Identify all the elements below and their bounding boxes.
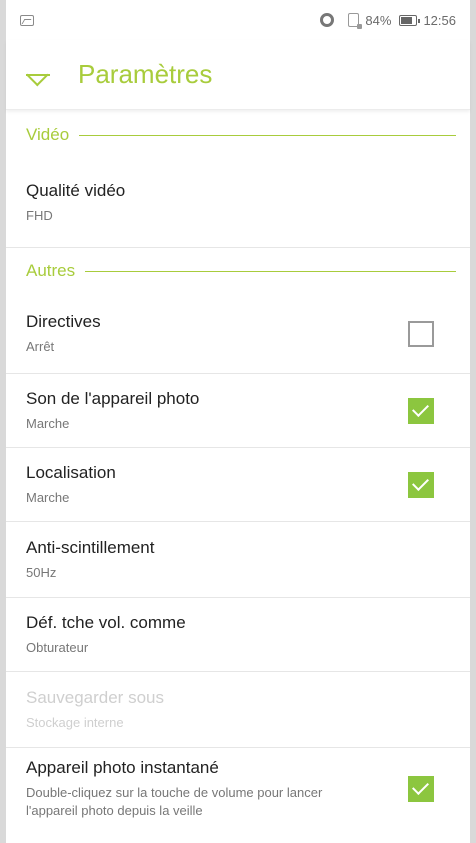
setting-value: FHD (26, 207, 53, 223)
section-divider (79, 134, 456, 136)
section-header-other: Autres (6, 248, 470, 294)
battery-icon (399, 14, 421, 26)
section-divider (85, 270, 456, 272)
sim-card-icon (348, 13, 363, 29)
setting-volume-key[interactable]: Déf. tche vol. comme Obturateur (6, 598, 470, 672)
image-notification-icon (20, 14, 34, 26)
clock: 12:56 (423, 12, 456, 28)
setting-value: Marche (26, 489, 70, 505)
setting-anti-flicker[interactable]: Anti-scintillement 50Hz (6, 522, 470, 598)
setting-video-quality[interactable]: Qualité vidéo FHD (6, 158, 470, 248)
setting-title: Localisation (26, 462, 116, 482)
setting-title: Son de l'appareil photo (26, 388, 200, 408)
section-label: Vidéo (26, 125, 70, 144)
setting-title: Appareil photo instantané (26, 758, 219, 777)
setting-shutter-sound[interactable]: Son de l'appareil photo Marche (6, 374, 470, 448)
section-label: Autres (26, 261, 76, 280)
setting-guidelines[interactable]: Directives Arrêt (6, 294, 470, 374)
setting-value: 50Hz (26, 564, 57, 580)
setting-instant-camera[interactable]: Appareil photo instantané Double-cliquez… (6, 748, 470, 830)
page-title: Paramètres (78, 59, 213, 89)
guidelines-checkbox[interactable] (408, 320, 434, 347)
back-arrow-icon[interactable] (24, 64, 52, 86)
setting-value: Marche (26, 415, 70, 431)
settings-list: Vidéo Qualité vidéo FHD Autres Directive… (6, 112, 470, 843)
section-header-video: Vidéo (6, 112, 470, 158)
setting-save-to: Sauvegarder sous Stockage interne (6, 672, 470, 748)
setting-title: Déf. tche vol. comme (26, 612, 186, 632)
sync-ring-icon (320, 13, 335, 27)
setting-title: Qualité vidéo (26, 180, 126, 200)
setting-title: Sauvegarder sous (26, 687, 164, 707)
app-bar: Paramètres (6, 40, 470, 110)
setting-value: Obturateur (26, 639, 89, 655)
setting-location[interactable]: Localisation Marche (6, 448, 470, 522)
setting-value: Arrêt (26, 338, 55, 354)
status-bar: 84% 12:56 (6, 0, 470, 40)
shutter-sound-checkbox[interactable] (408, 397, 434, 424)
setting-value: Stockage interne (26, 714, 124, 730)
setting-title: Anti-scintillement (26, 537, 155, 557)
instant-camera-checkbox[interactable] (408, 776, 434, 802)
battery-percent: 84% (365, 12, 392, 28)
setting-description: Double-cliquez sur la touche de volume p… (26, 785, 323, 818)
setting-title: Directives (26, 311, 101, 331)
location-checkbox[interactable] (408, 471, 434, 498)
